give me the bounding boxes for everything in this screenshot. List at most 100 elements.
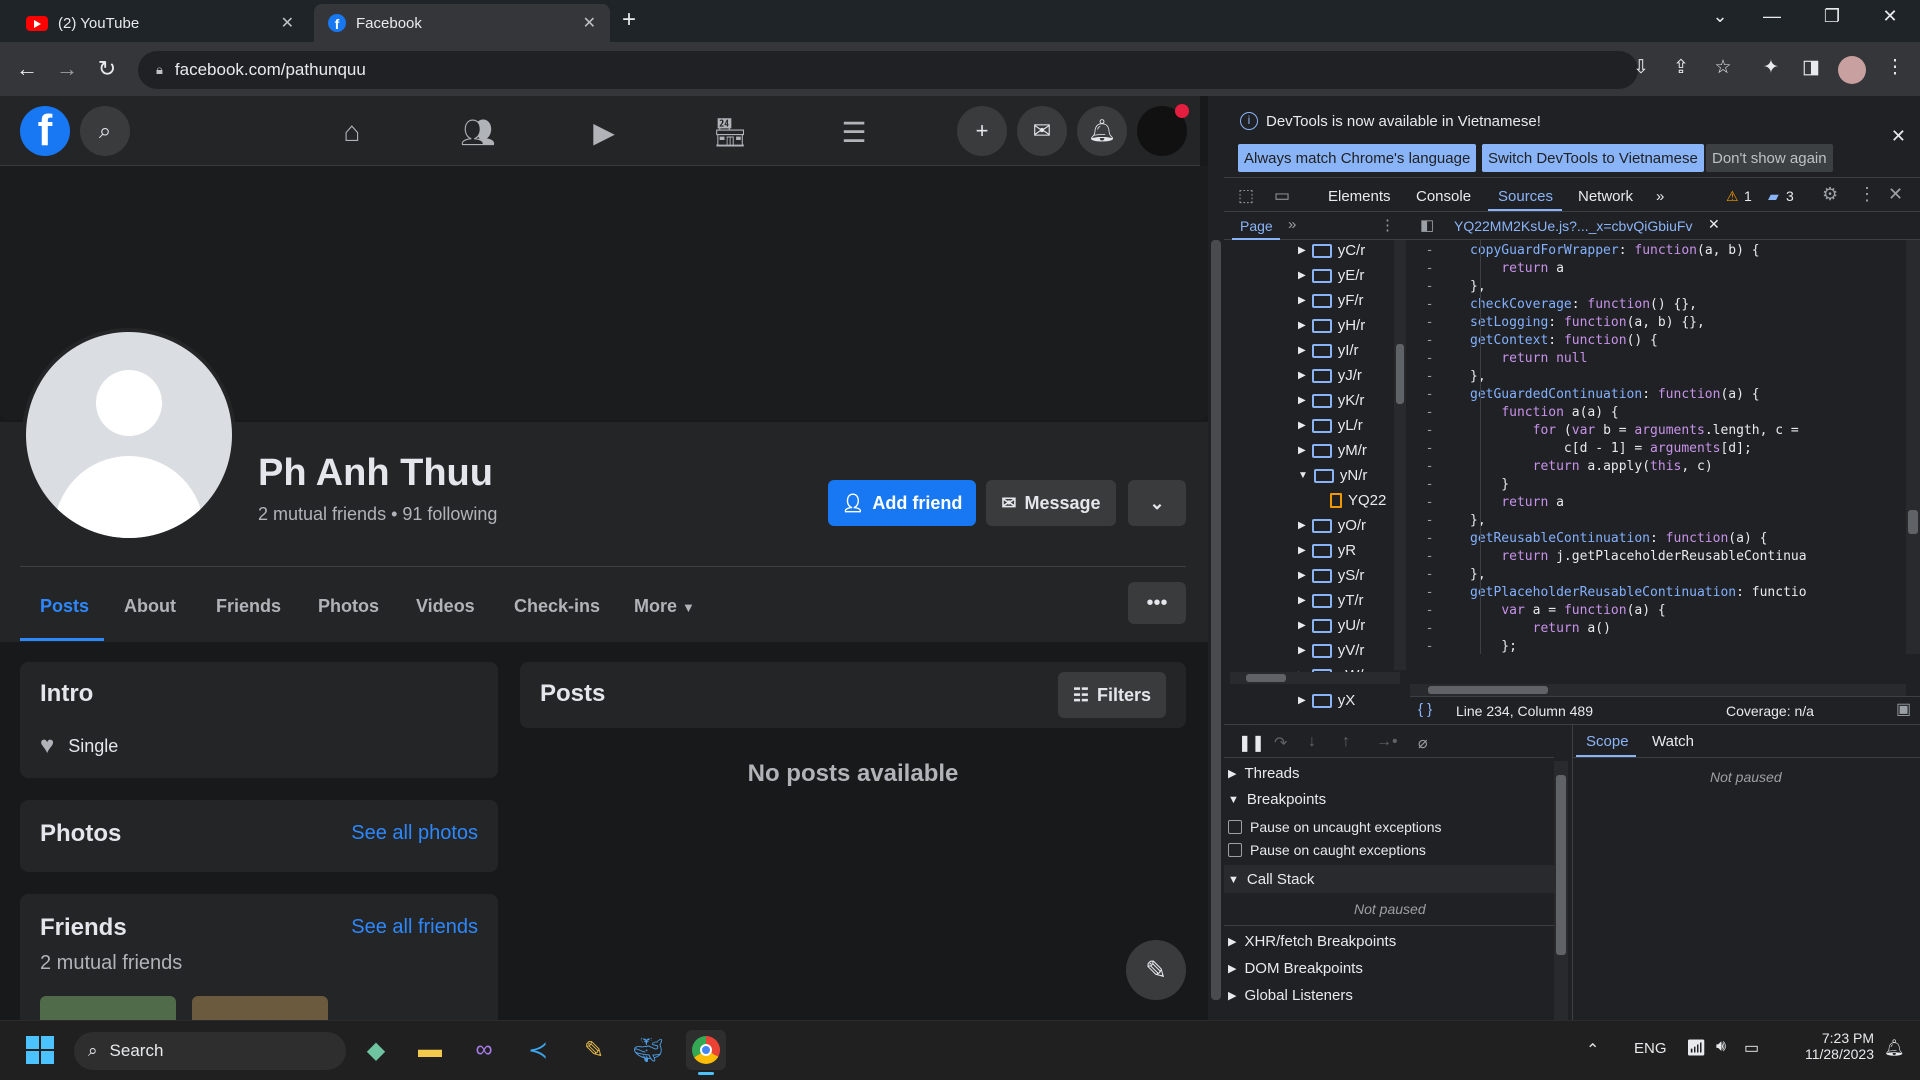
line-gutter[interactable]: - xyxy=(1410,314,1470,332)
forward-icon[interactable]: → xyxy=(52,56,82,82)
minimize-button[interactable]: — xyxy=(1752,6,1792,27)
line-gutter[interactable]: - xyxy=(1410,440,1470,458)
tab-console[interactable]: Console xyxy=(1416,188,1471,205)
show-hidden-icons[interactable]: ⌃ xyxy=(1586,1040,1599,1060)
close-icon[interactable]: ✕ xyxy=(1891,126,1906,147)
switch-language-button[interactable]: Switch DevTools to Vietnamese xyxy=(1482,144,1704,172)
line-gutter[interactable]: - xyxy=(1410,404,1470,422)
file-tree-item[interactable]: ▶ yH/r xyxy=(1298,313,1365,338)
line-gutter[interactable]: - xyxy=(1410,530,1470,548)
line-gutter[interactable]: - xyxy=(1410,512,1470,530)
open-file-tab[interactable]: YQ22MM2KsUe.js?..._x=cbvQiGbiuFv xyxy=(1454,218,1692,234)
vscode-icon[interactable]: ≺ xyxy=(518,1030,558,1070)
code-line[interactable]: - return a xyxy=(1410,494,1564,512)
profile-picture[interactable] xyxy=(22,328,236,542)
notification-bell-icon[interactable]: 🔔︎ xyxy=(1884,1038,1904,1058)
warning-icon[interactable]: ⚠ xyxy=(1726,188,1739,205)
code-line[interactable]: - } xyxy=(1410,476,1510,494)
line-gutter[interactable]: - xyxy=(1410,368,1470,386)
close-tab-icon[interactable]: ✕ xyxy=(583,13,596,33)
pause-icon[interactable]: ❚❚ xyxy=(1238,733,1265,753)
code-line[interactable]: -}, xyxy=(1410,368,1486,386)
side-panel-icon[interactable]: ◨ xyxy=(1796,56,1826,79)
tree-scrollbar-thumb[interactable] xyxy=(1396,344,1404,404)
file-tree-item[interactable]: YQ22 xyxy=(1330,488,1386,513)
line-gutter[interactable]: - xyxy=(1410,548,1470,566)
line-gutter[interactable]: - xyxy=(1410,602,1470,620)
devtools-menu-icon[interactable]: ⋮ xyxy=(1858,184,1876,205)
code-line[interactable]: - for (var b = arguments.length, c = xyxy=(1410,422,1799,440)
filters-button[interactable]: ☷ Filters xyxy=(1058,672,1166,718)
visual-studio-icon[interactable]: ∞ xyxy=(464,1030,504,1070)
coverage-icon[interactable]: ▣ xyxy=(1896,699,1911,719)
line-gutter[interactable]: - xyxy=(1410,638,1470,654)
tab-scope[interactable]: Scope xyxy=(1586,733,1629,750)
tab-posts[interactable]: Posts xyxy=(40,596,89,617)
tab-network[interactable]: Network xyxy=(1578,188,1633,205)
breakpoints-section[interactable]: ▼ Breakpoints xyxy=(1228,791,1326,808)
line-gutter[interactable]: - xyxy=(1410,278,1470,296)
file-tree-item[interactable]: ▶ yV/r xyxy=(1298,638,1364,663)
friend-photo[interactable] xyxy=(192,996,328,1020)
dont-show-again-button[interactable]: Don't show again xyxy=(1706,144,1833,172)
close-window-button[interactable]: ✕ xyxy=(1870,6,1910,27)
file-tree-item[interactable]: ▼ yN/r xyxy=(1298,463,1367,488)
step-icon[interactable]: →• xyxy=(1376,733,1398,751)
code-line[interactable]: - return j.getPlaceholderReusableContinu… xyxy=(1410,548,1807,566)
facebook-logo[interactable]: f xyxy=(20,106,70,156)
chrome-taskbar-icon[interactable] xyxy=(686,1030,726,1070)
code-line[interactable]: - return a xyxy=(1410,260,1564,278)
line-gutter[interactable]: - xyxy=(1410,584,1470,602)
tab-search-icon[interactable]: ⌄ xyxy=(1700,6,1740,27)
maximize-button[interactable]: ❐ xyxy=(1812,6,1852,27)
line-gutter[interactable]: - xyxy=(1410,332,1470,350)
tree-hscrollbar-thumb[interactable] xyxy=(1246,674,1286,682)
line-gutter[interactable]: - xyxy=(1410,566,1470,584)
step-into-icon[interactable]: ↓ xyxy=(1308,733,1316,751)
page-tab[interactable]: Page xyxy=(1240,218,1273,234)
profile-more-button[interactable]: ••• xyxy=(1128,582,1186,624)
profile-avatar[interactable] xyxy=(1838,56,1866,84)
account-avatar[interactable] xyxy=(1137,104,1189,156)
code-line[interactable]: - return null xyxy=(1410,350,1588,368)
line-gutter[interactable]: - xyxy=(1410,260,1470,278)
settings-gear-icon[interactable]: ⚙ xyxy=(1822,184,1838,205)
page-scrollbar-thumb[interactable] xyxy=(1211,240,1221,1000)
menu-icon[interactable]: ☰ xyxy=(824,112,884,152)
close-devtools-icon[interactable]: ✕ xyxy=(1888,184,1903,205)
line-gutter[interactable]: - xyxy=(1410,422,1470,440)
tab-elements[interactable]: Elements xyxy=(1328,188,1391,205)
see-all-photos-link[interactable]: See all photos xyxy=(351,822,478,845)
line-gutter[interactable]: - xyxy=(1410,242,1470,260)
input-language[interactable]: ENG xyxy=(1634,1040,1667,1057)
file-tree-item[interactable]: ▶ yT/r xyxy=(1298,588,1364,613)
add-friend-button[interactable]: 👤︎ Add friend xyxy=(828,480,976,526)
deactivate-breakpoints-icon[interactable]: ⌀ xyxy=(1418,733,1428,753)
see-all-friends-link[interactable]: See all friends xyxy=(351,916,478,939)
tab-checkins[interactable]: Check-ins xyxy=(514,596,600,617)
file-tree-item[interactable]: ▶ yF/r xyxy=(1298,288,1364,313)
extensions-icon[interactable]: ✦ xyxy=(1756,56,1786,79)
tab-about[interactable]: About xyxy=(124,596,176,617)
line-gutter[interactable]: - xyxy=(1410,296,1470,314)
line-gutter[interactable]: - xyxy=(1410,386,1470,404)
address-bar[interactable]: 🔒︎ facebook.com/pathunquu xyxy=(138,51,1638,89)
file-tree-item[interactable]: ▶ yR xyxy=(1298,538,1356,563)
message-button[interactable]: ✉ Message xyxy=(986,480,1116,526)
tab-watch[interactable]: Watch xyxy=(1652,733,1694,750)
inspect-icon[interactable]: ⬚ xyxy=(1238,186,1254,206)
code-line[interactable]: - checkCoverage: function() {}, xyxy=(1410,296,1697,314)
tab-more[interactable]: More ▼ xyxy=(634,596,695,617)
code-line[interactable]: - var a = function(a) { xyxy=(1410,602,1666,620)
tab-friends[interactable]: Friends xyxy=(216,596,281,617)
file-tree-item[interactable]: ▶ yM/r xyxy=(1298,438,1367,463)
volume-icon[interactable]: 🔊︎ xyxy=(1716,1038,1726,1056)
call-stack-section[interactable]: ▼ Call Stack xyxy=(1228,871,1314,888)
install-icon[interactable]: ⇩ xyxy=(1626,56,1656,79)
share-icon[interactable]: ⇪ xyxy=(1666,56,1696,79)
tab-sources[interactable]: Sources xyxy=(1498,188,1553,205)
warning-count[interactable]: 1 xyxy=(1744,188,1752,204)
file-tree-item[interactable]: ▶ yK/r xyxy=(1298,388,1364,413)
clock[interactable]: 7:23 PM 11/28/2023 xyxy=(1784,1030,1874,1062)
code-line[interactable]: - return a.apply(this, c) xyxy=(1410,458,1713,476)
